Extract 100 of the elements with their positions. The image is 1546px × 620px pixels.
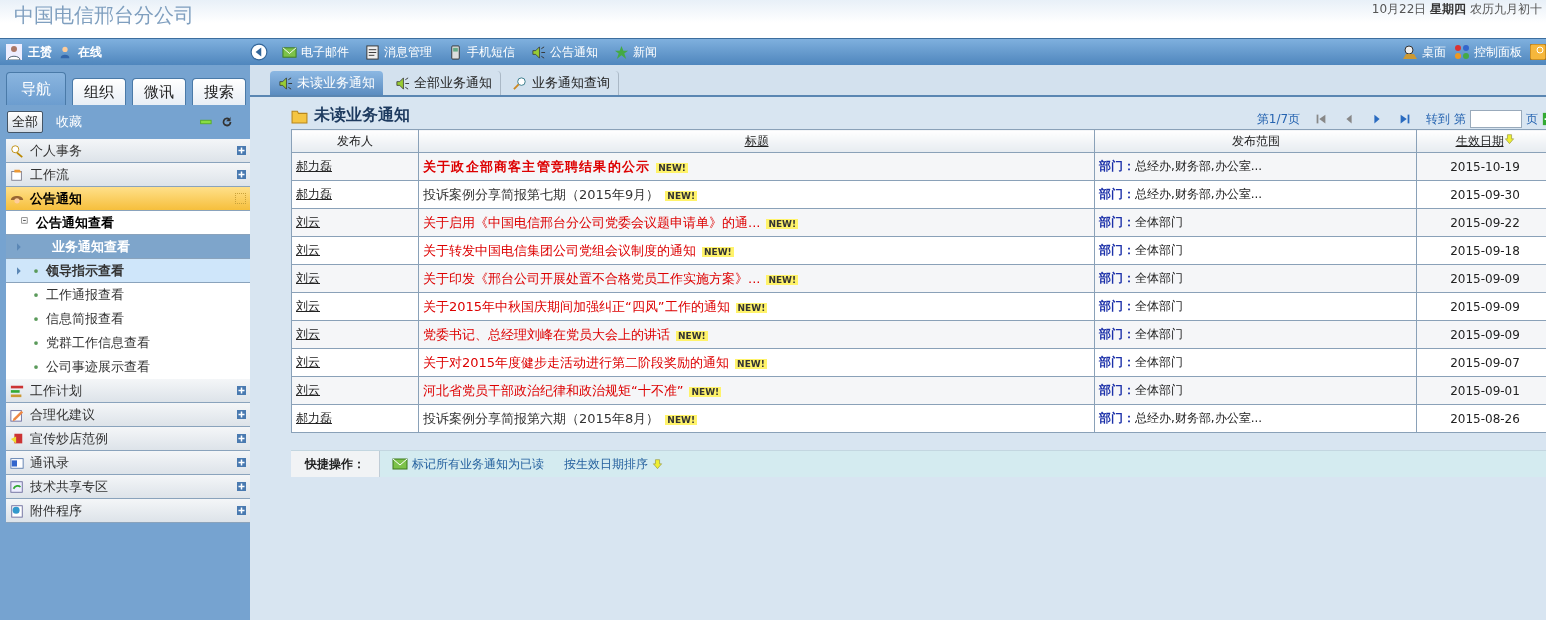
date-text: 10月22日 星期四 农历九月初十 [1371,1,1542,18]
panel-title: 未读业务通知 [314,104,410,126]
publisher-link[interactable]: 刘云 [296,271,320,285]
publisher-link[interactable]: 刘云 [296,215,320,229]
menu-group[interactable]: 个人事务 [6,139,250,163]
refresh-icon [220,115,234,129]
quick-actions-label: 快捷操作： [291,451,380,477]
scope-label: 部门： [1099,299,1135,313]
menu-group[interactable]: 通讯录 [6,451,250,475]
menu-group[interactable]: 技术共享专区 [6,475,250,499]
grip-icon[interactable] [235,193,246,204]
quick-action-link[interactable]: 标记所有业务通知为已读 [392,455,544,473]
menu-group[interactable]: 工作计划 [6,379,250,403]
menu-group[interactable]: 公告通知 [6,187,250,211]
plus-icon[interactable] [237,506,246,515]
menu-group[interactable]: 工作流 [6,163,250,187]
notice-title-link[interactable]: 投诉案例分享简报第七期（2015年9月） [423,186,660,202]
speaker-icon [395,75,410,91]
new-badge: NEW! [676,330,708,341]
plus-icon[interactable] [237,386,246,395]
publisher-link[interactable]: 郝力磊 [296,411,332,425]
notes-icon [365,44,380,60]
new-badge: NEW! [766,218,799,229]
plus-icon[interactable] [237,482,246,491]
publisher-link[interactable]: 刘云 [296,243,320,257]
notice-title-link[interactable]: 关于对2015年度健步走活动进行第二阶段奖励的通知 [423,354,730,370]
notice-title-link[interactable]: 关于2015年中秋国庆期间加强纠正“四风”工作的通知 [423,298,730,314]
sidebar-tab[interactable]: 搜索 [192,78,246,105]
scope-value: 全体部门 [1135,243,1183,257]
scope-label: 部门： [1099,411,1135,425]
publisher-link[interactable]: 郝力磊 [296,159,332,173]
notice-title-link[interactable]: 党委书记、总经理刘峰在党员大会上的讲话 [423,326,670,342]
publisher-link[interactable]: 郝力磊 [296,187,332,201]
user-name: 王赟 [28,43,52,61]
column-header: 发布范围 [1094,129,1417,153]
scope-label: 部门： [1099,327,1135,341]
page-indicator: 第1/7页 [1256,110,1301,128]
publisher-link[interactable]: 刘云 [296,355,320,369]
menu-item[interactable]: 领导指示查看 [6,259,250,283]
page-unit: 页 [1526,110,1538,128]
notice-title-link[interactable]: 关于政企部商客主管竞聘结果的公示 [423,158,651,174]
menu-group[interactable]: 附件程序 [6,499,250,523]
filter-tab[interactable]: 全部 [7,111,43,133]
scope-value: 全体部门 [1135,327,1183,341]
menu-group[interactable]: 宣传炒店范例 [6,427,250,451]
plus-icon[interactable] [237,458,246,467]
sidebar-tab[interactable]: 微讯 [132,78,186,105]
notice-title-link[interactable]: 关于启用《中国电信邢台分公司党委会议题申请单》的通... [423,214,761,230]
scope-value: 全体部门 [1135,271,1183,285]
scope-value: 总经办,财务部,办公室... [1135,159,1263,173]
column-header: 发布人 [291,129,419,153]
person-icon [58,45,72,59]
menu-group[interactable]: 合理化建议 [6,403,250,427]
pencil-icon [10,407,24,422]
refresh-button[interactable] [220,115,234,129]
sidebar-tab[interactable]: 组织 [72,78,126,105]
content-tab[interactable]: 全部业务通知 [387,71,501,95]
scope-label: 部门： [1099,271,1135,285]
goto-label: 转到 第 [1426,110,1466,128]
star-icon [614,44,629,60]
column-header[interactable]: 生效日期 [1416,129,1546,153]
flag-icon [10,431,24,446]
site-title: 中国电信邢台分公司 [14,2,194,29]
page-input[interactable] [1470,110,1522,128]
plus-icon[interactable] [237,434,246,443]
new-badge: NEW! [766,274,799,285]
speaker-icon [278,75,293,91]
content-tab[interactable]: 业务通知查询 [505,71,619,95]
column-header[interactable]: 标题 [418,129,1095,153]
scope-value: 总经办,财务部,办公室... [1135,187,1263,201]
scope-label: 部门： [1099,187,1135,201]
search-icon [513,75,528,91]
new-badge: NEW! [656,162,688,173]
notice-title-link[interactable]: 关于转发中国电信集团公司党组会议制度的通知 [423,242,696,258]
plus-icon[interactable] [237,170,246,179]
back-button[interactable] [250,43,268,61]
speaker-icon [531,44,546,60]
quick-action-link[interactable]: 按生效日期排序 [564,455,663,473]
plus-icon[interactable] [237,410,246,419]
new-badge: NEW! [665,190,698,201]
notice-title-link[interactable]: 投诉案例分享简报第六期（2015年8月） [423,410,660,426]
publisher-link[interactable]: 刘云 [296,383,320,397]
new-badge: NEW! [735,358,767,369]
notice-title-link[interactable]: 河北省党员干部政治纪律和政治规矩“十不准” [423,382,684,398]
chart-icon [10,383,24,398]
new-badge: NEW! [665,414,698,425]
online-status: 在线 [78,43,102,61]
publisher-link[interactable]: 刘云 [296,299,320,313]
arrow-down-icon [652,458,663,470]
scope-label: 部门： [1099,215,1135,229]
scope-value: 全体部门 [1135,299,1183,313]
publisher-link[interactable]: 刘云 [296,327,320,341]
plus-icon[interactable] [237,146,246,155]
arrow-down-icon [1503,133,1515,145]
scope-value: 全体部门 [1135,355,1183,369]
back-icon [250,43,268,61]
scope-label: 部门： [1099,355,1135,369]
card-icon [10,455,24,470]
notice-title-link[interactable]: 关于印发《邢台公司开展处置不合格党员工作实施方案》... [423,270,761,286]
scope-label: 部门： [1099,243,1135,257]
